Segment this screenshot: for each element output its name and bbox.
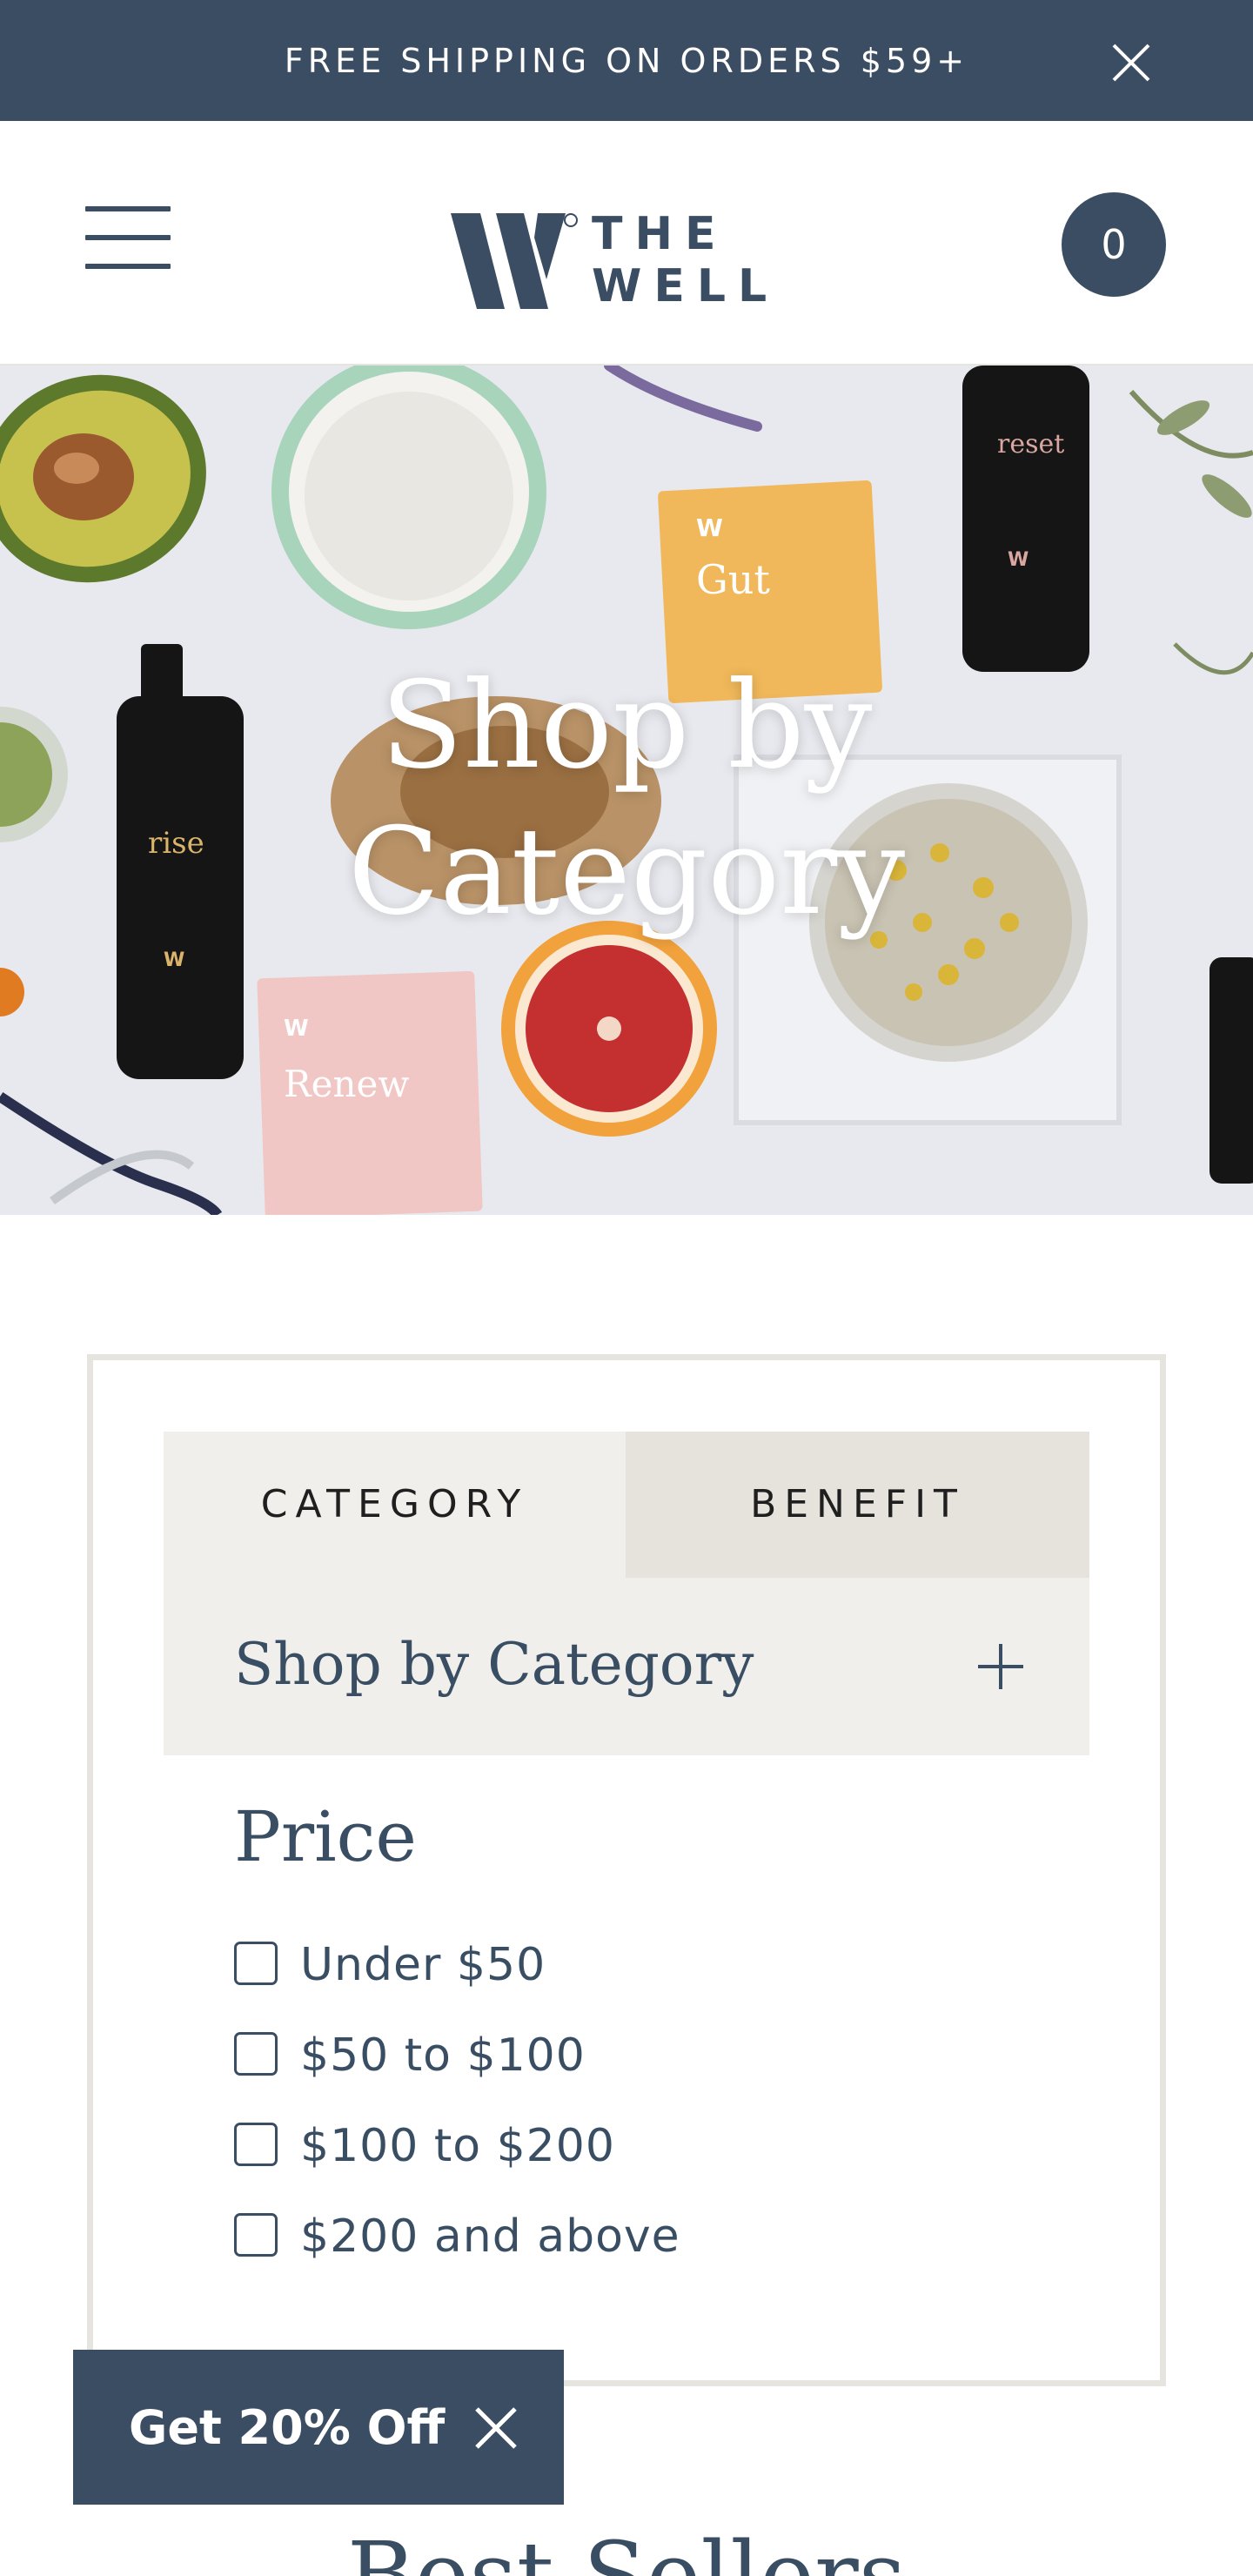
checkbox[interactable] <box>234 2032 278 2076</box>
logo[interactable]: THE WELL <box>451 206 787 314</box>
plus-icon[interactable] <box>976 1642 1025 1691</box>
price-option-200-and-above[interactable]: $200 and above <box>234 2197 930 2288</box>
discount-popup[interactable]: Get 20% Off <box>73 2350 564 2505</box>
discount-label[interactable]: Get 20% Off <box>129 2400 445 2456</box>
cart-button[interactable]: 0 <box>1062 192 1166 297</box>
site-header: THE WELL 0 <box>0 121 1253 366</box>
price-option-label: $50 to $100 <box>300 2029 586 2082</box>
price-filter-list: Under $50 $50 to $100 $100 to $200 $200 … <box>234 1926 930 2288</box>
announcement-bar: FREE SHIPPING ON ORDERS $59+ <box>0 0 1253 121</box>
price-option-50-to-100[interactable]: $50 to $100 <box>234 2016 930 2107</box>
price-heading: Price <box>234 1796 417 1877</box>
close-icon[interactable] <box>472 2404 520 2452</box>
renew-sachet-image: Renew W <box>257 970 483 1215</box>
filter-tabs: CATEGORY BENEFIT <box>164 1432 1089 1578</box>
svg-text:W: W <box>1008 549 1029 571</box>
logo-text-line2: WELL <box>592 260 780 312</box>
shop-by-category-accordion[interactable]: Shop by Category <box>164 1578 1089 1755</box>
grapefruit-image <box>501 921 717 1137</box>
checkbox[interactable] <box>234 2213 278 2257</box>
svg-text:W: W <box>696 513 723 542</box>
hero-title-line2: Category <box>347 802 906 942</box>
price-option-label: Under $50 <box>300 1939 546 1991</box>
tab-category[interactable]: CATEGORY <box>164 1432 626 1578</box>
reset-bottle-image: reset W <box>962 366 1089 672</box>
tab-benefit[interactable]: BENEFIT <box>626 1432 1089 1578</box>
price-option-label: $200 and above <box>300 2210 680 2263</box>
logo-mark-icon <box>451 213 578 309</box>
svg-text:W: W <box>284 1016 309 1042</box>
svg-text:reset: reset <box>997 429 1064 460</box>
price-option-label: $100 to $200 <box>300 2120 615 2172</box>
hero-title: Shop by Category <box>0 653 1253 945</box>
accordion-label: Shop by Category <box>234 1631 754 1698</box>
price-option-100-to-200[interactable]: $100 to $200 <box>234 2107 930 2197</box>
checkbox[interactable] <box>234 1942 278 1985</box>
hero-title-line1: Shop by <box>380 655 873 795</box>
logo-text-line1: THE <box>592 208 728 260</box>
svg-text:Gut: Gut <box>696 556 770 603</box>
best-sellers-heading: Best Sellers <box>346 2522 907 2576</box>
announcement-text: FREE SHIPPING ON ORDERS $59+ <box>284 42 969 80</box>
filter-panel: CATEGORY BENEFIT Shop by Category Price … <box>87 1354 1166 2386</box>
svg-text:W: W <box>164 949 184 971</box>
price-option-under-50[interactable]: Under $50 <box>234 1926 930 2016</box>
svg-text:Renew: Renew <box>284 1063 409 1105</box>
hero-banner: Gut W reset W rise W Renew W Shop by Cat… <box>0 366 1253 1215</box>
close-icon[interactable] <box>1107 38 1156 87</box>
checkbox[interactable] <box>234 2123 278 2166</box>
hamburger-menu-icon[interactable] <box>85 206 171 271</box>
